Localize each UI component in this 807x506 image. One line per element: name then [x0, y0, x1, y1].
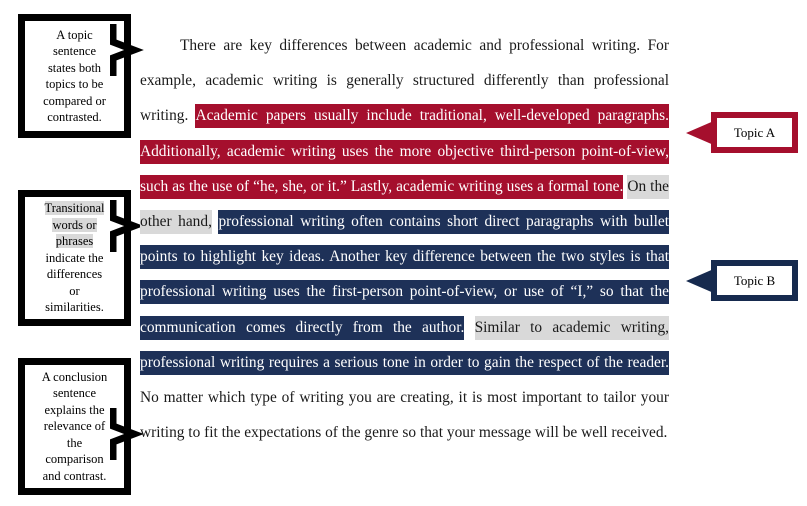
callout-topic-b: Topic B: [686, 260, 798, 301]
callout-topic-a-box: Topic A: [711, 112, 798, 153]
annotation-line: words or: [52, 217, 97, 232]
segment-transition-2: Similar to academic writing,: [474, 315, 669, 340]
annotation-line: sentence: [52, 386, 97, 401]
annotation-line: and contrast.: [42, 468, 107, 483]
annotation-line: contrasted.: [47, 110, 102, 124]
annotation-line: topics to be: [45, 77, 104, 91]
callout-topic-b-label: Topic B: [733, 272, 776, 288]
segment-topic-b-highlight-2: professional writing requires a serious …: [140, 350, 669, 375]
annotation-box-topic-sentence: A topic sentence states both topics to be co…: [18, 14, 131, 138]
annotation-line: compared or: [43, 93, 106, 108]
annotation-line: indicate the: [45, 250, 104, 265]
annotation-line: states both: [47, 60, 102, 75]
document-page: A topic sentence states both topics to be co…: [0, 0, 807, 506]
annotation-line: comparison: [45, 452, 104, 467]
segment-plain-conclusion: No matter which type of writing you are …: [140, 389, 669, 442]
annotation-line: A topic: [56, 27, 93, 42]
annotation-line: the: [66, 435, 83, 450]
annotation-line: differences: [46, 267, 103, 282]
callout-topic-a: Topic A: [686, 112, 798, 153]
annotation-box-conclusion-text: A conclusion sentence explains the relevanc…: [31, 369, 118, 485]
annotation-box-topic-sentence-text: A topic sentence states both topics to be co…: [31, 27, 118, 126]
annotation-line: similarities.: [45, 300, 104, 315]
annotation-line: or: [69, 283, 80, 298]
annotation-line: A conclusion: [41, 369, 108, 384]
paragraph-body: There are key differences between academ…: [140, 28, 669, 450]
annotation-line: phrases: [55, 234, 94, 249]
annotation-line: relevance of: [43, 419, 106, 434]
callout-topic-a-label: Topic A: [733, 124, 776, 140]
annotation-box-conclusion: A conclusion sentence explains the relevanc…: [18, 358, 131, 495]
annotation-line: explains the: [44, 402, 105, 417]
segment-space-3: [464, 319, 474, 336]
annotation-box-transitions: Transitional words or phrases indicate the d…: [18, 190, 131, 326]
annotation-line: Transitional: [44, 201, 105, 216]
annotation-line: sentence: [52, 44, 97, 58]
callout-topic-b-box: Topic B: [711, 260, 798, 301]
segment-topic-a-highlight: Academic papers usually include traditio…: [140, 104, 669, 199]
annotation-box-transitions-text: Transitional words or phrases indicate the d…: [31, 200, 118, 316]
